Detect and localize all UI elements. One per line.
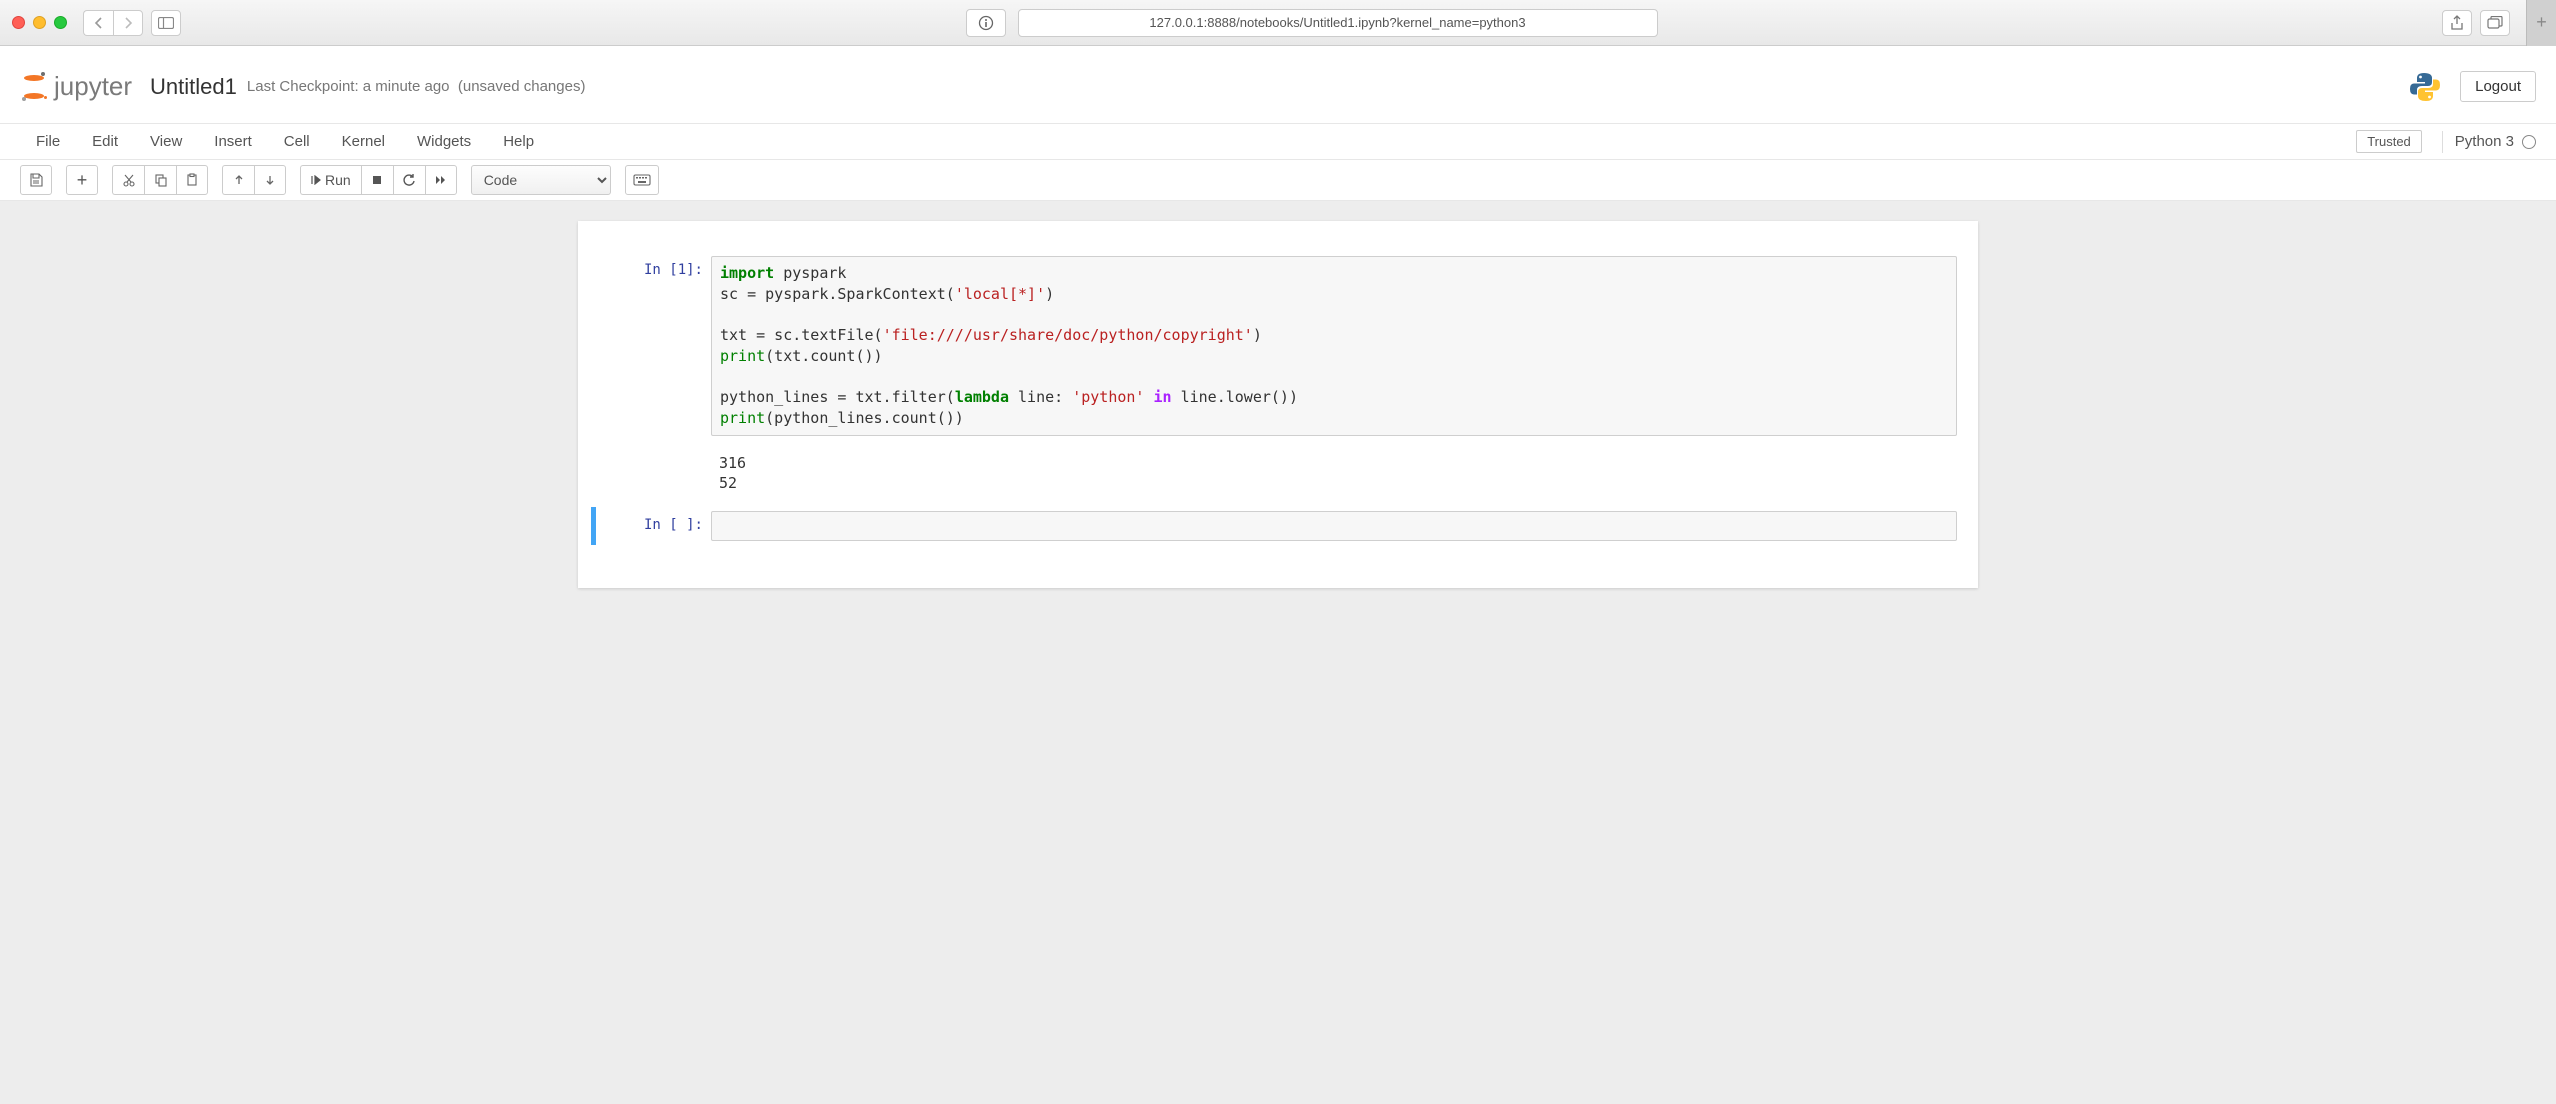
input-prompt: In [ ]:: [596, 511, 711, 541]
kernel-status-icon: [2522, 135, 2536, 149]
run-label: Run: [325, 172, 351, 188]
logout-button[interactable]: Logout: [2460, 71, 2536, 102]
restart-button[interactable]: [393, 165, 425, 195]
run-button[interactable]: Run: [300, 165, 361, 195]
cell-type-select[interactable]: Code: [471, 165, 611, 195]
new-tab-button[interactable]: +: [2526, 0, 2556, 46]
minimize-window-icon[interactable]: [33, 16, 46, 29]
jupyter-logo-icon: [20, 73, 48, 101]
sidebar-toggle-button[interactable]: [151, 10, 181, 36]
code-cell[interactable]: In [1]:import pyspark sc = pyspark.Spark…: [591, 252, 1965, 440]
cell-output: 316 52: [711, 447, 1965, 500]
menu-file[interactable]: File: [20, 127, 76, 156]
share-button[interactable]: [2442, 10, 2472, 36]
menu-edit[interactable]: Edit: [76, 127, 134, 156]
menu-help[interactable]: Help: [487, 127, 550, 156]
move-up-button[interactable]: [222, 165, 254, 195]
run-icon: [311, 175, 321, 185]
notebook-title[interactable]: Untitled1: [150, 74, 237, 100]
trusted-indicator[interactable]: Trusted: [2356, 130, 2422, 153]
jupyter-header: jupyter Untitled1 Last Checkpoint: a min…: [0, 46, 2556, 124]
code-input[interactable]: [711, 511, 1957, 541]
nav-buttons: [83, 10, 143, 36]
kernel-indicator[interactable]: Python 3: [2442, 131, 2536, 153]
jupyter-logo-text: jupyter: [54, 71, 132, 102]
menu-widgets[interactable]: Widgets: [401, 127, 487, 156]
maximize-window-icon[interactable]: [54, 16, 67, 29]
save-button[interactable]: [20, 165, 52, 195]
kernel-name: Python 3: [2455, 133, 2514, 150]
code-input[interactable]: import pyspark sc = pyspark.SparkContext…: [711, 256, 1957, 436]
restart-run-all-button[interactable]: [425, 165, 457, 195]
add-cell-button[interactable]: +: [66, 165, 98, 195]
output-row: 316 52: [591, 443, 1965, 504]
input-prompt: In [1]:: [596, 256, 711, 436]
toolbar: + Run: [0, 160, 2556, 201]
python-logo-icon: [2408, 70, 2442, 104]
notebook-container: In [1]:import pyspark sc = pyspark.Spark…: [578, 221, 1978, 588]
back-button[interactable]: [83, 10, 113, 36]
menu-bar: FileEditViewInsertCellKernelWidgetsHelp …: [0, 124, 2556, 160]
command-palette-button[interactable]: [625, 165, 659, 195]
output-prompt: [596, 447, 711, 500]
menu-kernel[interactable]: Kernel: [326, 127, 401, 156]
checkpoint-text: Last Checkpoint: a minute ago (unsaved c…: [247, 78, 586, 95]
paste-button[interactable]: [176, 165, 208, 195]
url-text: 127.0.0.1:8888/notebooks/Untitled1.ipynb…: [1149, 15, 1525, 30]
interrupt-button[interactable]: [361, 165, 393, 195]
menu-cell[interactable]: Cell: [268, 127, 326, 156]
forward-button[interactable]: [113, 10, 143, 36]
jupyter-logo[interactable]: jupyter: [20, 71, 132, 102]
site-info-button[interactable]: [966, 9, 1006, 37]
tabs-button[interactable]: [2480, 10, 2510, 36]
close-window-icon[interactable]: [12, 16, 25, 29]
menu-view[interactable]: View: [134, 127, 198, 156]
menu-insert[interactable]: Insert: [198, 127, 268, 156]
code-cell[interactable]: In [ ]:: [591, 507, 1965, 545]
window-controls: [12, 16, 67, 29]
address-bar[interactable]: 127.0.0.1:8888/notebooks/Untitled1.ipynb…: [1018, 9, 1658, 37]
move-down-button[interactable]: [254, 165, 286, 195]
cut-button[interactable]: [112, 165, 144, 195]
notebook-background: In [1]:import pyspark sc = pyspark.Spark…: [0, 201, 2556, 801]
copy-button[interactable]: [144, 165, 176, 195]
browser-chrome: 127.0.0.1:8888/notebooks/Untitled1.ipynb…: [0, 0, 2556, 46]
